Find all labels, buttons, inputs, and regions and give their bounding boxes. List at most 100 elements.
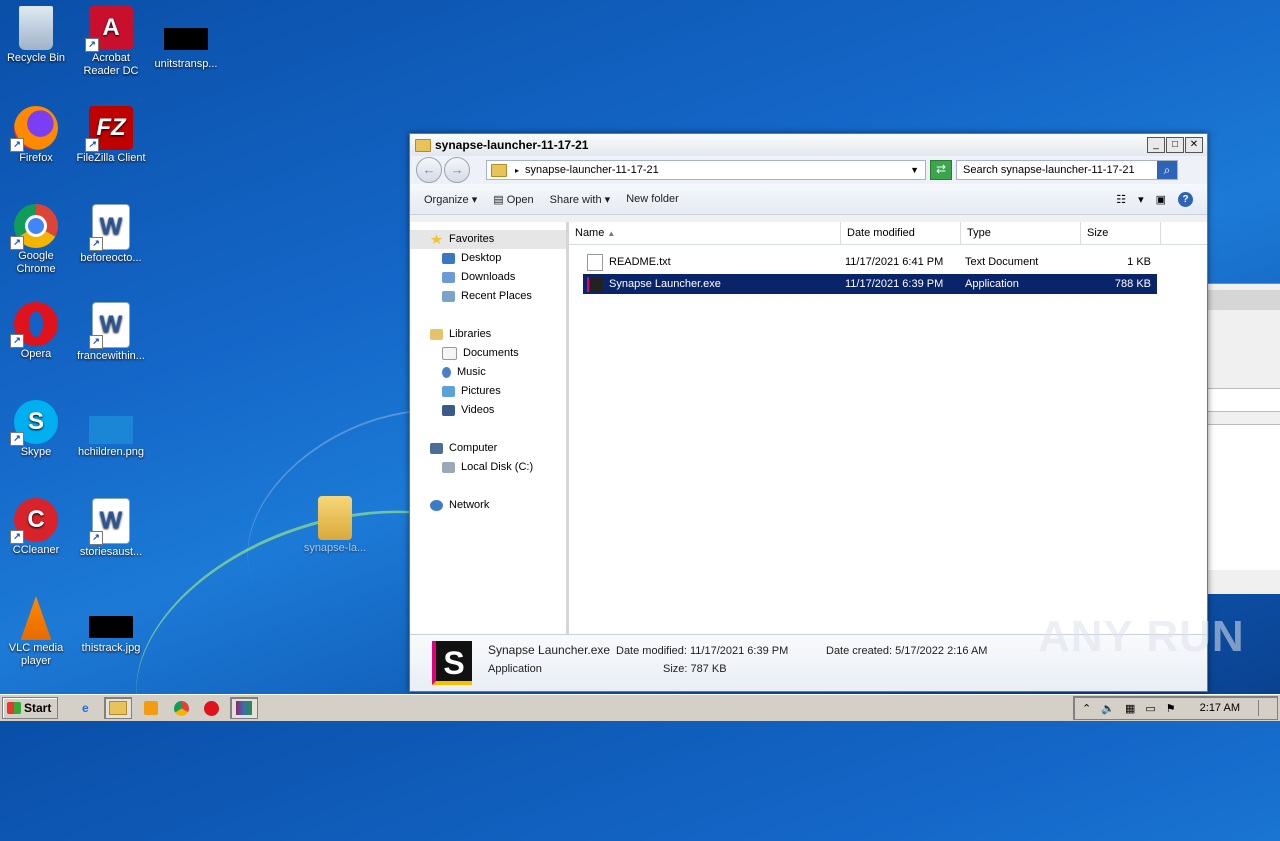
desktop-icon-label: Firefox xyxy=(19,152,53,164)
desktop-icon-synapse-folder[interactable]: synapse-la... xyxy=(297,496,373,555)
open-button[interactable]: ▤ Open xyxy=(493,193,533,206)
taskbar-winrar-icon[interactable] xyxy=(230,697,259,719)
organize-label: Organize xyxy=(424,193,469,206)
desktop-icon-chrome[interactable]: ↗ Google Chrome xyxy=(0,204,74,276)
chevron-down-icon: ▾ xyxy=(471,193,478,206)
taskbar-opera-icon[interactable] xyxy=(200,698,222,718)
file-date: 11/17/2021 6:39 PM xyxy=(845,278,944,290)
help-icon[interactable]: ? xyxy=(1178,191,1193,207)
nav-documents[interactable]: Documents xyxy=(410,344,568,363)
network-status-icon[interactable]: ▦ xyxy=(1125,702,1135,715)
nav-videos[interactable]: Videos xyxy=(410,401,568,420)
column-type[interactable]: Type xyxy=(961,222,1081,244)
navigation-pane: Favorites Desktop Downloads Recent Place… xyxy=(410,222,569,635)
taskbar-ie-icon[interactable]: e xyxy=(74,698,96,718)
explorer-window[interactable]: synapse-launcher-11-17-21 _ □ ✕ ← → ▸ sy… xyxy=(409,133,1208,692)
taskbar-explorer-icon[interactable] xyxy=(104,697,133,719)
vlc-cone-icon xyxy=(20,596,52,640)
battery-icon[interactable]: ▭ xyxy=(1145,702,1155,715)
preview-pane-icon[interactable]: ▣ xyxy=(1156,193,1166,206)
nav-pictures[interactable]: Pictures xyxy=(410,382,568,401)
address-row: ← → ▸ synapse-launcher-11-17-21 ▼ ⇄ Sear… xyxy=(410,156,1207,184)
arrow-right-icon: → xyxy=(450,162,464,177)
open-icon: ▤ xyxy=(493,193,504,206)
clock[interactable]: 2:17 AM xyxy=(1200,702,1240,714)
refresh-icon: ⇄ xyxy=(935,162,947,176)
column-size[interactable]: Size xyxy=(1081,222,1161,244)
close-button[interactable]: ✕ xyxy=(1185,137,1203,153)
nav-downloads[interactable]: Downloads xyxy=(410,268,568,287)
file-date: 11/17/2021 6:41 PM xyxy=(845,256,944,268)
desktop-icon xyxy=(442,253,455,264)
desktop-icon-filezilla[interactable]: FZ ↗ FileZilla Client xyxy=(73,106,149,165)
desktop-icon-firefox[interactable]: ↗ Firefox xyxy=(0,106,74,165)
view-options-icon[interactable]: ☷ xyxy=(1116,193,1126,206)
title-bar[interactable]: synapse-launcher-11-17-21 _ □ ✕ xyxy=(410,134,1207,156)
taskbar-chrome-icon[interactable] xyxy=(170,698,192,718)
share-with-button[interactable]: Share with ▾ xyxy=(550,193,611,206)
recent-places-icon xyxy=(442,291,455,302)
desktop-icon-vlc[interactable]: VLC media player xyxy=(0,596,74,668)
minimize-button[interactable]: _ xyxy=(1147,137,1165,153)
nav-label: Computer xyxy=(449,442,498,454)
desktop-icon-thistrack[interactable]: thistrack.jpg xyxy=(73,616,149,655)
folder-icon xyxy=(318,496,352,540)
breadcrumb[interactable]: synapse-launcher-11-17-21 xyxy=(525,164,659,176)
address-bar[interactable]: ▸ synapse-launcher-11-17-21 ▼ xyxy=(486,160,926,180)
desktop-icon-storiesaust[interactable]: W ↗ storiesaust... xyxy=(73,498,149,559)
anyrun-watermark: ANY RUN xyxy=(1038,612,1245,661)
desktop-icon-beforeocto[interactable]: W ↗ beforeocto... xyxy=(73,204,149,265)
maximize-button[interactable]: □ xyxy=(1166,137,1184,153)
start-button[interactable]: Start xyxy=(2,697,59,719)
column-label: Name xyxy=(575,227,605,239)
search-icon[interactable]: ⌕ xyxy=(1157,161,1177,179)
desktop-icon-ccleaner[interactable]: C ↗ CCleaner xyxy=(0,498,74,557)
column-name[interactable]: Name ▲ xyxy=(569,222,841,244)
sort-ascending-icon: ▲ xyxy=(607,229,616,238)
breadcrumb-chevron-icon[interactable]: ▸ xyxy=(515,166,519,175)
refresh-button[interactable]: ⇄ xyxy=(930,160,952,180)
organize-button[interactable]: Organize ▾ xyxy=(424,193,477,206)
desktop-icon-hchildren[interactable]: hchildren.png xyxy=(73,400,149,459)
nav-recent-places[interactable]: Recent Places xyxy=(410,287,568,306)
background-window[interactable] xyxy=(1207,283,1280,594)
file-row-selected[interactable]: Synapse Launcher.exe 11/17/2021 6:39 PM … xyxy=(583,274,1157,294)
chevron-down-icon[interactable]: ▾ xyxy=(1138,193,1144,206)
desktop-icon-label: thistrack.jpg xyxy=(81,642,141,654)
command-bar: Organize ▾ ▤ Open Share with ▾ New folde… xyxy=(410,184,1207,215)
file-row[interactable]: README.txt 11/17/2021 6:41 PM Text Docum… xyxy=(583,252,1157,272)
column-date-modified[interactable]: Date modified xyxy=(841,222,961,244)
desktop-icon-label: Google Chrome xyxy=(16,250,56,275)
nav-network[interactable]: Network xyxy=(410,496,568,515)
nav-favorites[interactable]: Favorites xyxy=(410,230,568,249)
desktop-icon-francewithin[interactable]: W ↗ francewithin... xyxy=(73,302,149,363)
forward-button[interactable]: → xyxy=(444,157,470,183)
action-center-flag-icon[interactable]: ⚑ xyxy=(1166,702,1176,715)
desktop-icon-recycle-bin[interactable]: Recycle Bin xyxy=(0,6,74,65)
chevron-down-icon[interactable]: ▼ xyxy=(910,165,919,175)
nav-desktop[interactable]: Desktop xyxy=(410,249,568,268)
nav-music[interactable]: Music xyxy=(410,363,568,382)
desktop-icon-acrobat[interactable]: A ↗ Acrobat Reader DC xyxy=(73,6,149,78)
desktop-icon-unitstransp[interactable]: unitstransp... xyxy=(148,28,224,71)
desktop-icon-opera[interactable]: ↗ Opera xyxy=(0,302,74,361)
taskbar-media-player-icon[interactable] xyxy=(140,698,162,718)
desktop-icon-skype[interactable]: S ↗ Skype xyxy=(0,400,74,459)
videos-icon xyxy=(442,405,455,416)
file-thumbnail-icon xyxy=(164,28,208,50)
search-input[interactable]: Search synapse-launcher-11-17-21 ⌕ xyxy=(956,160,1178,180)
nav-computer[interactable]: Computer xyxy=(410,439,568,458)
file-type: Application xyxy=(965,278,1019,290)
desktop-icon-label: synapse-la... xyxy=(303,542,367,554)
new-folder-button[interactable]: New folder xyxy=(626,193,679,205)
share-with-label: Share with xyxy=(549,193,602,206)
show-hidden-icons-icon[interactable]: ⌃ xyxy=(1082,702,1091,715)
file-name: Synapse Launcher.exe xyxy=(609,278,721,290)
nav-local-disk[interactable]: Local Disk (C:) xyxy=(410,458,568,477)
nav-libraries[interactable]: Libraries xyxy=(410,325,568,344)
show-desktop-button[interactable] xyxy=(1258,700,1269,716)
file-name: README.txt xyxy=(609,256,671,268)
star-icon xyxy=(430,234,443,245)
back-button[interactable]: ← xyxy=(416,157,442,183)
volume-icon[interactable]: 🔈 xyxy=(1101,702,1115,715)
